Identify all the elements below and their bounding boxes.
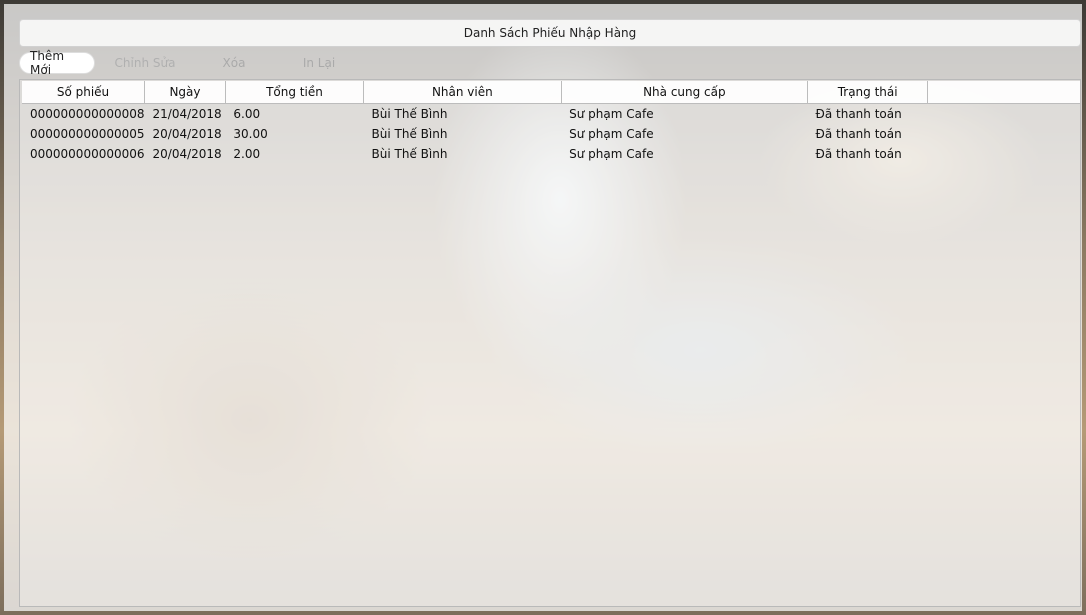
table-row[interactable]: 000000000000006 20/04/2018 2.00 Bùi Thế … (22, 144, 1080, 164)
cell-status: Đã thanh toán (815, 107, 902, 121)
column-header-total[interactable]: Tổng tiền (225, 81, 365, 104)
cell-date: 20/04/2018 (152, 147, 222, 161)
cell-employee: Bùi Thế Bình (371, 107, 448, 121)
delete-button[interactable]: Xóa (195, 52, 273, 74)
cell-receipt-number: 000000000000006 (30, 147, 145, 161)
cell-receipt-number: 000000000000008 (30, 107, 145, 121)
table-header-row: Số phiếu Ngày Tổng tiền Nhân viên Nhà cu… (22, 81, 1080, 104)
cell-supplier: Sư phạm Cafe (569, 147, 654, 161)
column-header-status[interactable]: Trạng thái (807, 81, 929, 104)
column-header-filler (927, 81, 1080, 104)
table-row[interactable]: 000000000000005 20/04/2018 30.00 Bùi Thế… (22, 124, 1080, 144)
column-header-date[interactable]: Ngày (144, 81, 226, 104)
cell-supplier: Sư phạm Cafe (569, 127, 654, 141)
cell-total: 2.00 (233, 147, 261, 161)
toolbar: Thêm Mới Chỉnh Sửa Xóa In Lại (19, 49, 357, 77)
cell-total: 6.00 (233, 107, 261, 121)
cell-status: Đã thanh toán (815, 127, 902, 141)
column-header-employee[interactable]: Nhân viên (363, 81, 562, 104)
receipts-table[interactable]: Số phiếu Ngày Tổng tiền Nhân viên Nhà cu… (19, 79, 1081, 607)
cell-receipt-number: 000000000000005 (30, 127, 145, 141)
cell-supplier: Sư phạm Cafe (569, 107, 654, 121)
column-header-supplier[interactable]: Nhà cung cấp (561, 81, 809, 104)
table-row[interactable]: 000000000000008 21/04/2018 6.00 Bùi Thế … (22, 104, 1080, 125)
add-button[interactable]: Thêm Mới (19, 49, 95, 77)
window-title: Danh Sách Phiếu Nhập Hàng (463, 26, 637, 40)
cell-employee: Bùi Thế Bình (371, 147, 448, 161)
cell-date: 20/04/2018 (152, 127, 222, 141)
cell-status: Đã thanh toán (815, 147, 902, 161)
cell-employee: Bùi Thế Bình (371, 127, 448, 141)
window-title-bar: Danh Sách Phiếu Nhập Hàng (19, 19, 1081, 47)
edit-button[interactable]: Chỉnh Sửa (103, 52, 187, 74)
cell-total: 30.00 (233, 127, 268, 141)
print-button[interactable]: In Lại (281, 52, 357, 74)
column-header-receipt-number[interactable]: Số phiếu (22, 81, 146, 104)
cell-date: 21/04/2018 (152, 107, 222, 121)
